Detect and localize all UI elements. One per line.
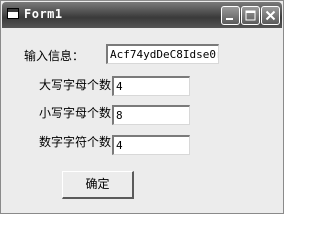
lowercase-count-label: 小写字母个数 xyxy=(39,106,112,120)
form-client-area: 输入信息： Acf74ydDeC8Idse0r4 大写字母个数 4 小写字母个数… xyxy=(2,28,282,213)
input-label: 输入信息： xyxy=(24,49,85,63)
maximize-icon xyxy=(245,10,256,21)
maximize-button[interactable] xyxy=(241,6,260,25)
app-icon xyxy=(7,8,19,19)
uppercase-count-label: 大写字母个数 xyxy=(39,78,112,92)
close-icon xyxy=(265,10,276,21)
uppercase-count-field[interactable]: 4 xyxy=(112,76,190,96)
close-button[interactable] xyxy=(261,6,280,25)
window-title: Form1 xyxy=(24,7,63,21)
digit-count-label: 数字字符个数 xyxy=(39,135,112,149)
minimize-button[interactable] xyxy=(221,6,240,25)
input-field[interactable]: Acf74ydDeC8Idse0r4 xyxy=(106,44,219,64)
minimize-icon xyxy=(226,18,233,20)
form-window: Form1 输入信息： Acf74ydDeC8Idse0r4 大写字母个数 4 … xyxy=(0,0,284,214)
title-bar[interactable]: Form1 xyxy=(2,2,282,28)
lowercase-count-field[interactable]: 8 xyxy=(112,105,190,125)
digit-count-field[interactable]: 4 xyxy=(112,135,190,155)
ok-button[interactable]: 确定 xyxy=(62,171,134,199)
